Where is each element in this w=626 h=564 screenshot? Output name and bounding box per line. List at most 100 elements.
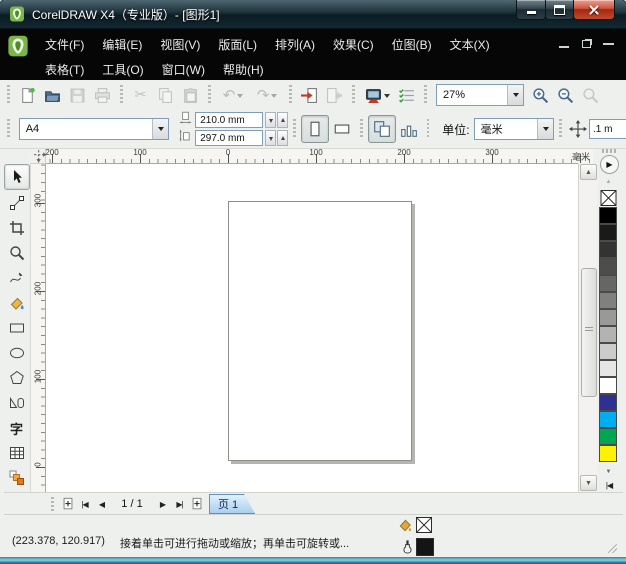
paper-width-stepper[interactable] [265, 112, 288, 128]
property-bar-grip[interactable] [7, 119, 10, 139]
dropdown-arrow-icon[interactable] [384, 94, 390, 101]
new-document-button[interactable] [15, 83, 40, 107]
export-button[interactable] [322, 83, 347, 107]
table-tool[interactable] [5, 441, 29, 465]
zoom-out-button[interactable] [553, 83, 578, 107]
print-button[interactable] [90, 83, 115, 107]
zoom-level-combo[interactable]: 27% [436, 84, 524, 106]
zoom-in-button[interactable] [528, 83, 553, 107]
paper-height-stepper[interactable] [265, 130, 288, 146]
all-pages-orientation-button[interactable] [368, 115, 396, 143]
text-tool[interactable]: 字 [5, 416, 29, 440]
zoom-tool[interactable] [5, 241, 29, 265]
fill-color-indicator[interactable] [416, 517, 432, 533]
close-button[interactable] [573, 0, 615, 20]
save-button[interactable] [65, 83, 90, 107]
options-checklist-button[interactable] [394, 83, 419, 107]
basic-shapes-tool[interactable] [5, 391, 29, 415]
menu-item[interactable]: 编辑(E) [93, 32, 151, 57]
document-page[interactable] [228, 201, 412, 461]
undo-button[interactable]: ↶ [216, 83, 250, 107]
palette-swatch-no-color[interactable] [599, 190, 617, 206]
chevron-down-icon[interactable] [507, 85, 523, 105]
toolbar-grip[interactable] [7, 85, 10, 105]
menu-item[interactable]: 工具(O) [93, 57, 152, 82]
paper-preset-combo[interactable]: A4 [19, 118, 170, 140]
add-page-start-button[interactable] [59, 496, 76, 513]
cut-button[interactable]: ✂ [128, 83, 153, 107]
paper-width-field[interactable]: 210.0 mm [195, 112, 263, 128]
palette-swatch-10-black[interactable] [599, 360, 617, 376]
app-launcher-button[interactable] [360, 83, 394, 107]
menu-item[interactable]: 文本(X) [441, 32, 499, 57]
redo-button[interactable]: ↷ [250, 83, 284, 107]
vertical-scrollbar[interactable]: ▲ ▼ [578, 163, 597, 492]
resize-grip[interactable] [608, 544, 617, 553]
horizontal-ruler[interactable]: 毫米 2001000100200300 [45, 148, 593, 164]
zoom-to-page-button[interactable] [578, 83, 603, 107]
palette-swatch-cyan[interactable] [599, 411, 617, 427]
units-combo[interactable]: 毫米 [474, 118, 555, 140]
chevron-down-icon[interactable] [537, 119, 553, 139]
page-tab[interactable]: 页 1 [209, 494, 255, 514]
dropdown-arrow-icon[interactable] [271, 94, 277, 101]
menu-item[interactable]: 窗口(W) [153, 57, 214, 82]
minimize-button[interactable] [516, 0, 546, 20]
pick-tool[interactable] [4, 164, 30, 190]
palette-swatch-white[interactable] [599, 377, 617, 393]
palette-swatch-black[interactable] [599, 207, 617, 223]
doc-minimize-button[interactable] [559, 38, 569, 48]
open-folder-button[interactable] [40, 83, 65, 107]
menu-item[interactable]: 帮助(H) [214, 57, 273, 82]
palette-scroll-up-button[interactable]: ▲ [600, 176, 617, 187]
smart-fill-tool[interactable] [5, 291, 29, 315]
menu-item[interactable]: 效果(C) [324, 32, 383, 57]
blend-tool[interactable] [5, 466, 29, 490]
palette-swatch-60-black[interactable] [599, 275, 617, 291]
menu-item[interactable]: 视图(V) [151, 32, 209, 57]
shape-tool[interactable] [5, 191, 29, 215]
rectangle-tool[interactable] [5, 316, 29, 340]
crop-tool[interactable] [5, 216, 29, 240]
dropdown-arrow-icon[interactable] [237, 94, 243, 101]
outline-color-indicator[interactable] [416, 538, 434, 556]
menu-item[interactable]: 文件(F) [36, 32, 93, 57]
portrait-button[interactable] [301, 115, 329, 143]
polygon-tool[interactable] [5, 366, 29, 390]
menu-item[interactable]: 表格(T) [36, 57, 93, 82]
palette-swatch-blue[interactable] [599, 394, 617, 410]
doc-restore-button[interactable] [582, 40, 591, 48]
palette-swatch-yellow[interactable] [599, 445, 617, 461]
landscape-button[interactable] [329, 116, 355, 142]
palette-swatch-50-black[interactable] [599, 292, 617, 308]
next-page-button[interactable]: ▶ [154, 496, 171, 513]
current-page-orientation-button[interactable] [396, 116, 422, 142]
previous-page-button[interactable]: ◀ [93, 496, 110, 513]
add-page-end-button[interactable] [188, 496, 205, 513]
palette-swatch-40-black[interactable] [599, 309, 617, 325]
menu-item[interactable]: 版面(L) [209, 32, 266, 57]
palette-swatch-80-black[interactable] [599, 241, 617, 257]
scroll-up-button[interactable]: ▲ [580, 164, 597, 180]
palette-swatch-70-black[interactable] [599, 258, 617, 274]
paste-button[interactable] [178, 83, 203, 107]
palette-scroll-down-button[interactable]: ▼ [600, 466, 617, 477]
paper-height-field[interactable]: 297.0 mm [195, 130, 263, 146]
ellipse-tool[interactable] [5, 341, 29, 365]
first-page-button[interactable]: |◀ [76, 496, 93, 513]
menu-item[interactable]: 位图(B) [383, 32, 441, 57]
palette-swatch-green[interactable] [599, 428, 617, 444]
palette-swatch-90-black[interactable] [599, 224, 617, 240]
drawing-canvas[interactable] [45, 163, 578, 492]
ruler-origin-icon[interactable] [33, 149, 51, 167]
nudge-offset-field[interactable]: .1 m [589, 119, 626, 139]
palette-expand-button[interactable]: |◀ [600, 479, 618, 492]
palette-swatch-30-black[interactable] [599, 326, 617, 342]
palette-flyout-button[interactable]: ▶ [600, 155, 619, 174]
chevron-down-icon[interactable] [152, 119, 168, 139]
vertical-ruler[interactable]: 3002001000 [30, 163, 46, 492]
last-page-button[interactable]: ▶| [171, 496, 188, 513]
doc-close-button[interactable] [604, 39, 614, 48]
copy-button[interactable] [153, 83, 178, 107]
freehand-tool[interactable] [5, 266, 29, 290]
